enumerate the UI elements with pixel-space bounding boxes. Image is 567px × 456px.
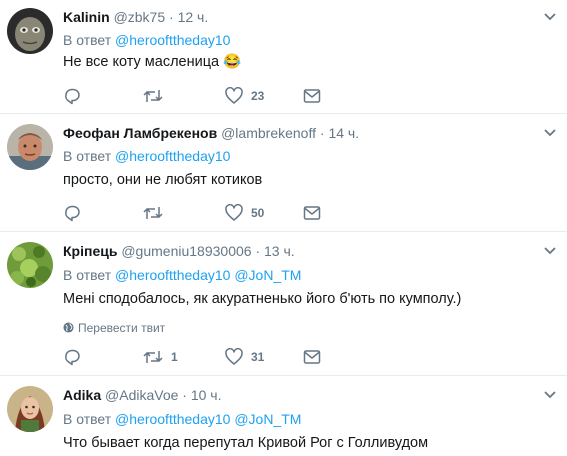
user-handle[interactable]: @lambrekenoff xyxy=(221,125,316,141)
like-count: 31 xyxy=(251,350,265,364)
retweet-icon xyxy=(143,351,163,363)
avatar[interactable] xyxy=(7,386,53,432)
chevron-down-icon[interactable] xyxy=(543,128,557,138)
tweet: Kalinin @zbk75 · 12 ч. В ответ @herooftt… xyxy=(0,0,567,112)
mention-link[interactable]: @heroofttheday10 xyxy=(115,148,230,164)
user-handle[interactable]: @AdikaVoe xyxy=(105,387,178,403)
chevron-down-icon[interactable] xyxy=(543,390,557,400)
tweet-text: Не все коту масленица 😂 xyxy=(63,52,241,72)
reply-context: В ответ @heroofttheday10 xyxy=(63,147,230,165)
user-name[interactable]: Кріпець xyxy=(63,243,117,259)
avatar-image xyxy=(7,8,53,54)
like-button[interactable]: 23 xyxy=(225,86,264,106)
mention-link[interactable]: @heroofttheday10 xyxy=(115,32,230,48)
tweet-text: просто, они не любят котиков xyxy=(63,172,263,188)
user-name[interactable]: Adika xyxy=(63,387,101,403)
avatar-image xyxy=(7,124,53,170)
laughing-emoji-icon: 😂 xyxy=(223,54,242,70)
separator: · xyxy=(255,243,261,259)
reply-context: В ответ @heroofttheday10 @JoN_TM xyxy=(63,266,301,284)
tweet-text: Мені сподобалось, як акуратненько його б… xyxy=(63,291,462,307)
translate-link[interactable]: Перевести твит xyxy=(63,320,165,336)
like-button[interactable]: 31 xyxy=(225,347,264,367)
like-count: 50 xyxy=(251,206,265,220)
tweet-header: Adika @AdikaVoe · 10 ч. xyxy=(63,386,222,404)
tweet-text: Что бывает когда перепутал Кривой Рог с … xyxy=(63,435,429,451)
like-icon xyxy=(225,204,243,221)
reply-prefix: В ответ xyxy=(63,148,112,164)
retweet-button[interactable] xyxy=(143,203,171,223)
reply-button[interactable] xyxy=(63,86,89,106)
reply-prefix: В ответ xyxy=(63,411,112,427)
dm-icon xyxy=(303,206,321,220)
retweet-icon xyxy=(143,90,163,102)
dm-button[interactable] xyxy=(303,203,321,223)
like-icon xyxy=(225,87,243,104)
timestamp[interactable]: 12 ч. xyxy=(178,9,209,25)
mention-link[interactable]: @heroofttheday10 xyxy=(115,411,230,427)
chevron-down-icon[interactable] xyxy=(543,12,557,22)
separator: · xyxy=(169,9,174,25)
like-icon xyxy=(225,348,243,365)
mention-link[interactable]: @heroofttheday10 xyxy=(115,267,230,283)
user-handle[interactable]: @zbk75 xyxy=(114,9,166,25)
avatar[interactable] xyxy=(7,8,53,54)
reply-context: В ответ @heroofttheday10 xyxy=(63,31,230,49)
avatar[interactable] xyxy=(7,242,53,288)
tweet-header: Кріпець @gumeniu18930006 · 13 ч. xyxy=(63,242,295,260)
globe-icon xyxy=(63,322,74,333)
like-count: 23 xyxy=(251,89,265,103)
dm-icon xyxy=(303,350,321,364)
tweet-header: Феофан Ламбрекенов @lambrekenoff · 14 ч. xyxy=(63,124,359,142)
reply-icon xyxy=(65,349,80,366)
tweet-actions: 50 xyxy=(63,203,363,223)
retweet-icon xyxy=(143,207,163,219)
avatar-image xyxy=(7,386,53,432)
reply-prefix: В ответ xyxy=(63,32,112,48)
avatar[interactable] xyxy=(7,124,53,170)
dm-button[interactable] xyxy=(303,86,321,106)
reply-icon xyxy=(65,88,80,105)
separator: · xyxy=(182,387,187,403)
tweet-actions: 1 31 xyxy=(63,347,363,367)
tweet: Феофан Ламбрекенов @lambrekenoff · 14 ч.… xyxy=(0,114,567,231)
timestamp[interactable]: 14 ч. xyxy=(328,125,359,141)
user-name[interactable]: Kalinin xyxy=(63,9,110,25)
dm-button[interactable] xyxy=(303,347,321,367)
reply-button[interactable] xyxy=(63,203,89,223)
tweet: Adika @AdikaVoe · 10 ч. В ответ @herooft… xyxy=(0,376,567,456)
tweet-text-body: Не все коту масленица xyxy=(63,54,220,70)
avatar-image xyxy=(7,242,53,288)
reply-context: В ответ @heroofttheday10 @JoN_TM xyxy=(63,410,301,428)
reply-button[interactable] xyxy=(63,347,89,367)
mention-link[interactable]: @JoN_TM xyxy=(234,267,301,283)
timestamp[interactable]: 10 ч. xyxy=(191,387,222,403)
tweet-actions: 23 xyxy=(63,86,363,106)
separator: · xyxy=(319,125,325,141)
mention-link[interactable]: @JoN_TM xyxy=(234,411,301,427)
timestamp[interactable]: 13 ч. xyxy=(264,243,295,259)
chevron-down-icon[interactable] xyxy=(543,246,557,256)
user-name[interactable]: Феофан Ламбрекенов xyxy=(63,125,217,141)
dm-icon xyxy=(303,89,321,103)
user-handle[interactable]: @gumeniu18930006 xyxy=(121,243,251,259)
like-button[interactable]: 50 xyxy=(225,203,264,223)
retweet-button[interactable]: 1 xyxy=(143,347,178,367)
retweet-button[interactable] xyxy=(143,86,171,106)
retweet-count: 1 xyxy=(171,350,178,364)
translate-label: Перевести твит xyxy=(78,321,166,335)
tweet-header: Kalinin @zbk75 · 12 ч. xyxy=(63,8,208,26)
reply-icon xyxy=(65,205,80,222)
reply-prefix: В ответ xyxy=(63,267,112,283)
tweet: Кріпець @gumeniu18930006 · 13 ч. В ответ… xyxy=(0,232,567,374)
